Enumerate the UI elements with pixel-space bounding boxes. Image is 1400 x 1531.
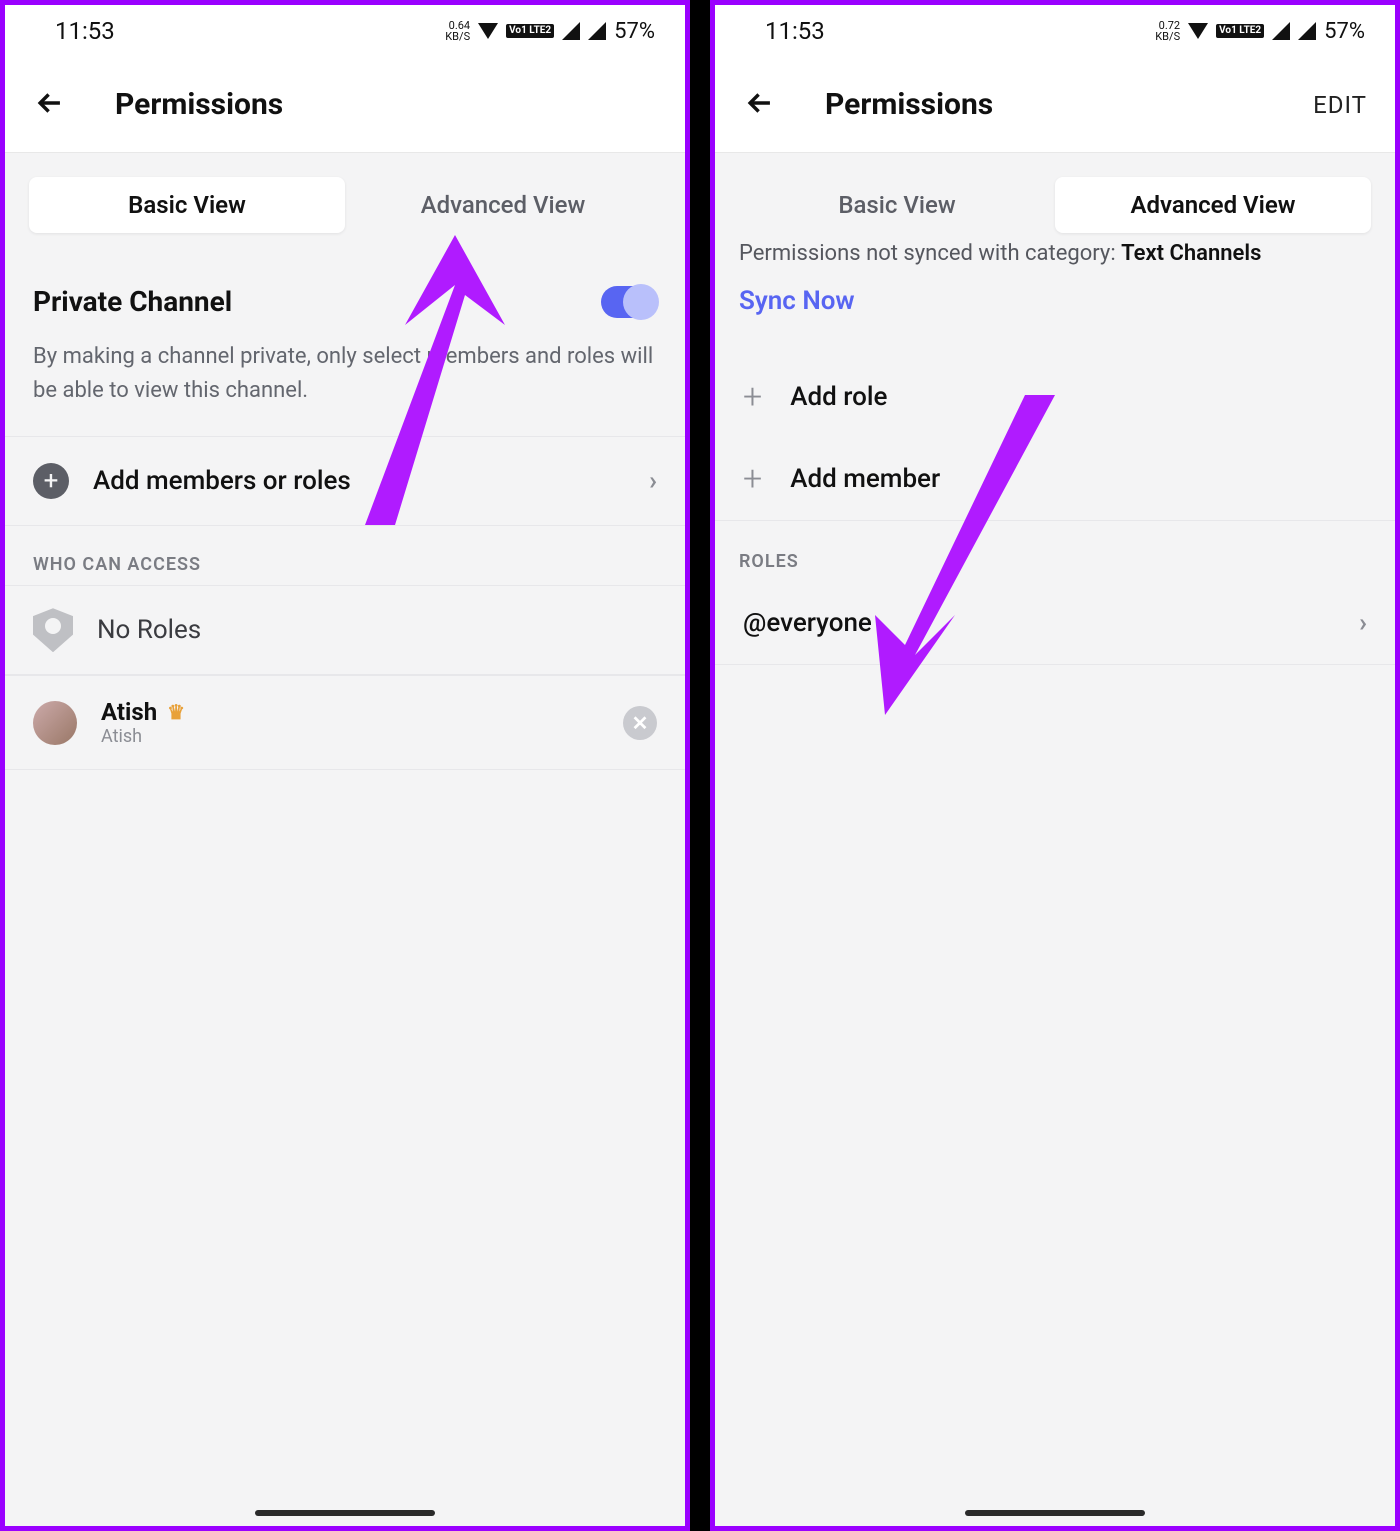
member-row[interactable]: Atish ♛ Atish ✕	[5, 675, 685, 770]
tab-basic-view[interactable]: Basic View	[739, 177, 1055, 233]
battery-text: 57%	[614, 19, 655, 44]
who-can-access-label: WHO CAN ACCESS	[5, 525, 685, 585]
status-time: 11:53	[55, 17, 115, 45]
back-icon[interactable]	[33, 86, 67, 124]
no-roles-row: No Roles	[5, 585, 685, 675]
private-channel-label: Private Channel	[33, 285, 232, 318]
no-roles-text: No Roles	[97, 615, 201, 645]
roles-section-label: ROLES	[715, 520, 1395, 586]
private-channel-toggle[interactable]	[601, 286, 657, 318]
status-right: 0.72KB/S Vo1 LTE2 57%	[1155, 19, 1365, 44]
add-members-label: Add members or roles	[93, 466, 625, 496]
edit-button[interactable]: EDIT	[1313, 91, 1367, 119]
wifi-icon	[1188, 23, 1208, 39]
page-title: Permissions	[825, 87, 993, 122]
everyone-role-text: @everyone	[743, 608, 1359, 638]
back-icon[interactable]	[743, 86, 777, 124]
header: Permissions EDIT	[715, 57, 1395, 153]
status-kbs: 0.72KB/S	[1155, 20, 1180, 42]
signal-icon-2	[1298, 22, 1316, 40]
battery-text: 57%	[1324, 19, 1365, 44]
member-sub: Atish	[101, 726, 185, 747]
private-channel-description: By making a channel private, only select…	[5, 326, 685, 436]
signal-icon	[562, 22, 580, 40]
plus-icon: +	[743, 462, 762, 496]
crown-icon: ♛	[167, 700, 185, 724]
plus-icon: +	[33, 463, 69, 499]
plus-icon: +	[743, 380, 762, 414]
chevron-right-icon: ›	[649, 466, 657, 496]
lte-icon: Vo1 LTE2	[506, 24, 554, 38]
add-role-label: Add role	[790, 382, 887, 412]
sync-status-text: Permissions not synced with category: Te…	[715, 241, 1395, 272]
remove-member-button[interactable]: ✕	[623, 706, 657, 740]
sync-now-button[interactable]: Sync Now	[715, 272, 1395, 356]
tab-basic-view[interactable]: Basic View	[29, 177, 345, 233]
tab-advanced-view[interactable]: Advanced View	[345, 177, 661, 233]
status-kbs: 0.64KB/S	[445, 20, 470, 42]
add-member-label: Add member	[790, 464, 940, 494]
header: Permissions	[5, 57, 685, 153]
add-member-row[interactable]: + Add member	[715, 438, 1395, 520]
page-title: Permissions	[115, 87, 283, 122]
chevron-right-icon: ›	[1359, 608, 1367, 638]
status-time: 11:53	[765, 17, 825, 45]
add-role-row[interactable]: + Add role	[715, 356, 1395, 438]
home-indicator	[255, 1510, 435, 1516]
shield-icon	[33, 608, 73, 652]
view-segmented-control: Basic View Advanced View	[739, 177, 1371, 233]
statusbar: 11:53 0.64KB/S Vo1 LTE2 57%	[5, 5, 685, 57]
statusbar: 11:53 0.72KB/S Vo1 LTE2 57%	[715, 5, 1395, 57]
signal-icon-2	[588, 22, 606, 40]
lte-icon: Vo1 LTE2	[1216, 24, 1264, 38]
status-right: 0.64KB/S Vo1 LTE2 57%	[445, 19, 655, 44]
everyone-role-row[interactable]: @everyone ›	[715, 586, 1395, 665]
add-members-or-roles-row[interactable]: + Add members or roles ›	[5, 436, 685, 525]
home-indicator	[965, 1510, 1145, 1516]
member-name: Atish	[101, 698, 157, 726]
view-segmented-control: Basic View Advanced View	[29, 177, 661, 233]
signal-icon	[1272, 22, 1290, 40]
wifi-icon	[478, 23, 498, 39]
avatar	[33, 701, 77, 745]
tab-advanced-view[interactable]: Advanced View	[1055, 177, 1371, 233]
phone-left: 11:53 0.64KB/S Vo1 LTE2 57% Permissions	[0, 0, 690, 1531]
phone-right: 11:53 0.72KB/S Vo1 LTE2 57% Permissions …	[710, 0, 1400, 1531]
